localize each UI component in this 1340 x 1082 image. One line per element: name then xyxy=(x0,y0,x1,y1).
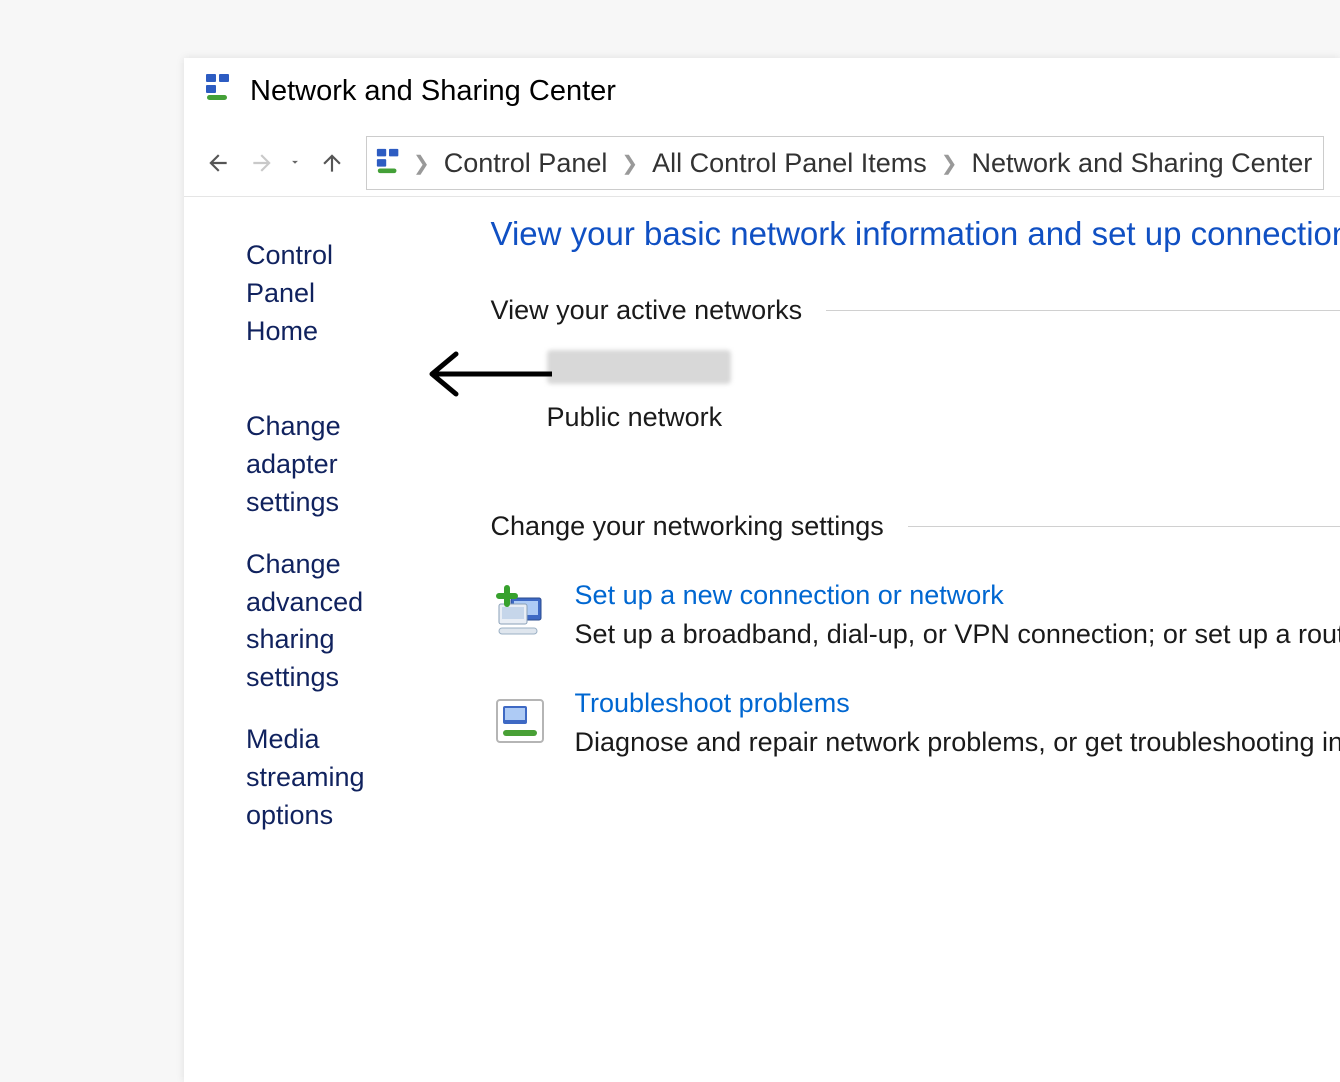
recent-locations-dropdown[interactable] xyxy=(288,153,302,174)
sidebar-item-change-advanced-sharing[interactable]: Change advanced sharing settings xyxy=(246,546,365,697)
network-sharing-center-icon xyxy=(204,72,234,110)
sidebar-item-control-panel-home[interactable]: Control Panel Home xyxy=(246,237,365,350)
troubleshoot-icon xyxy=(491,692,549,750)
up-button[interactable] xyxy=(314,145,350,181)
back-button[interactable] xyxy=(200,145,236,181)
page-heading: View your basic network information and … xyxy=(491,215,1340,253)
active-network-entry: Public network xyxy=(491,350,1340,433)
address-bar: ❯ Control Panel ❯ All Control Panel Item… xyxy=(184,130,1340,197)
breadcrumb-all-items[interactable]: All Control Panel Items xyxy=(642,144,937,183)
change-settings-header: Change your networking settings xyxy=(491,511,1340,542)
set-up-connection-icon xyxy=(491,584,549,642)
network-type-label: Public network xyxy=(547,402,1340,433)
sidebar-item-media-streaming-options[interactable]: Media streaming options xyxy=(246,721,365,834)
sidebar: Control Panel Home Change adapter settin… xyxy=(184,197,393,1059)
network-sharing-center-window: Network and Sharing Center ❯ xyxy=(184,58,1340,1082)
title-bar: Network and Sharing Center xyxy=(184,58,1340,130)
chevron-right-icon[interactable]: ❯ xyxy=(937,151,962,176)
troubleshoot-link[interactable]: Troubleshoot problems xyxy=(575,688,1340,719)
active-networks-header: View your active networks xyxy=(491,295,1340,326)
breadcrumb-control-panel[interactable]: Control Panel xyxy=(434,144,618,183)
section-label: Change your networking settings xyxy=(491,511,884,542)
network-name-redacted xyxy=(547,350,731,384)
sidebar-item-change-adapter-settings[interactable]: Change adapter settings xyxy=(246,408,365,521)
breadcrumb-network-sharing[interactable]: Network and Sharing Center xyxy=(962,144,1323,183)
option-troubleshoot: Troubleshoot problems Diagnose and repai… xyxy=(491,688,1340,758)
breadcrumb: ❯ Control Panel ❯ All Control Panel Item… xyxy=(409,144,1322,183)
content-area: Control Panel Home Change adapter settin… xyxy=(184,197,1340,1059)
option-set-up-connection: Set up a new connection or network Set u… xyxy=(491,580,1340,650)
main-pane: View your basic network information and … xyxy=(393,197,1340,1059)
chevron-right-icon[interactable]: ❯ xyxy=(409,151,434,176)
set-up-connection-desc: Set up a broadband, dial-up, or VPN conn… xyxy=(575,619,1340,650)
section-label: View your active networks xyxy=(491,295,803,326)
forward-button[interactable] xyxy=(244,145,280,181)
window-title: Network and Sharing Center xyxy=(250,75,616,108)
address-field[interactable]: ❯ Control Panel ❯ All Control Panel Item… xyxy=(366,136,1324,190)
set-up-connection-link[interactable]: Set up a new connection or network xyxy=(575,580,1340,611)
divider xyxy=(826,310,1340,311)
troubleshoot-desc: Diagnose and repair network problems, or… xyxy=(575,727,1340,758)
divider xyxy=(908,526,1340,527)
chevron-right-icon[interactable]: ❯ xyxy=(617,151,642,176)
network-sharing-center-icon xyxy=(375,147,403,180)
